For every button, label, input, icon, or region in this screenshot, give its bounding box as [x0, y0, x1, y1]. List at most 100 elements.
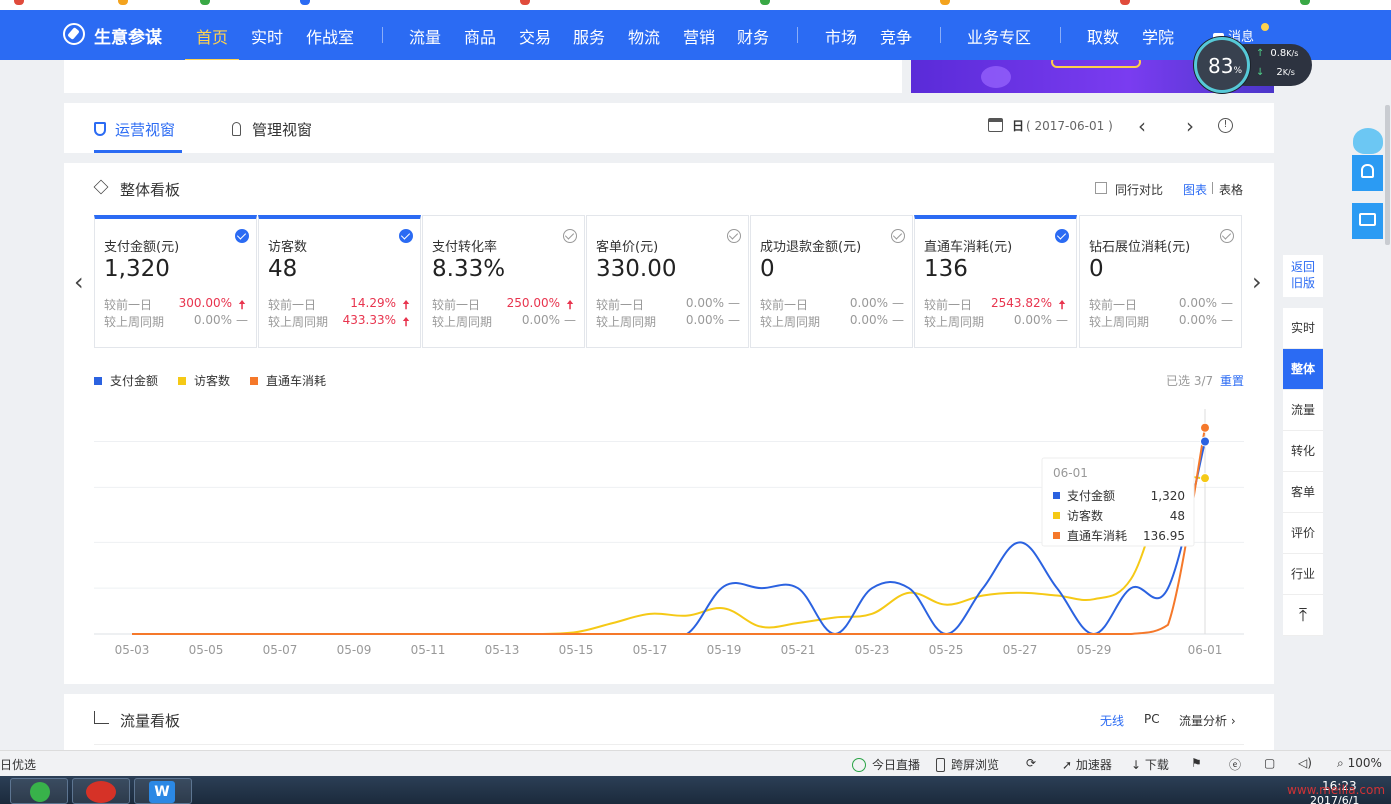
side-nav-conversion[interactable]: 转化 — [1283, 431, 1323, 472]
metric-select-check-icon[interactable] — [235, 229, 249, 243]
nav-business-zone[interactable]: 业务专区 — [967, 24, 1031, 48]
speaker-icon[interactable]: ◁) — [1298, 756, 1312, 770]
info-icon[interactable]: ! — [1218, 118, 1233, 133]
metric-card[interactable]: 钻石展位消耗(元) 0 较前一日 0.00% — 较上周同期 0.00% — — [1079, 215, 1242, 348]
flat-dash-icon: — — [728, 296, 740, 310]
red-app-icon — [86, 781, 116, 803]
taskbar-app-wps[interactable]: W — [134, 778, 192, 804]
current-date[interactable]: ( 2017-06-01 ) — [1026, 119, 1113, 133]
prev-week-label: 较上周同期 — [760, 315, 821, 329]
traffic-dashboard-panel: 流量看板 无线 PC 流量分析 › — [64, 694, 1274, 750]
prev-day-value: 300.00% — [178, 296, 232, 310]
x-tick-label: 05-29 — [1077, 643, 1112, 657]
live-button[interactable]: 今日直播 — [852, 756, 920, 773]
nav-service[interactable]: 服务 — [573, 24, 605, 48]
nav-competition[interactable]: 竞争 — [880, 24, 912, 48]
nav-traffic[interactable]: 流量 — [409, 24, 441, 48]
legend-visitors[interactable]: 访客数 — [178, 372, 230, 389]
nav-war-room[interactable]: 作战室 — [306, 24, 354, 48]
metric-card[interactable]: 访客数 48 较前一日 14.29% 🠅 较上周同期 433.33% 🠅 — [258, 215, 421, 348]
nav-home[interactable]: 首页 — [184, 24, 240, 61]
nav-finance[interactable]: 财务 — [737, 24, 769, 48]
nav-logistics[interactable]: 物流 — [628, 24, 660, 48]
upload-arrow-icon: ↑ — [1256, 48, 1265, 59]
side-nav-realtime[interactable]: 实时 — [1283, 308, 1323, 349]
pc-toggle[interactable]: PC — [1144, 712, 1160, 726]
ie-icon[interactable]: ⓔ — [1229, 756, 1241, 773]
side-nav-reviews[interactable]: 评价 — [1283, 513, 1323, 554]
prev-date-chevron-icon[interactable]: ‹ — [1138, 114, 1146, 138]
nav-academy[interactable]: 学院 — [1142, 24, 1174, 48]
industry-compare-checkbox[interactable] — [1095, 182, 1107, 194]
back-to-top-icon[interactable]: ⤒ — [1283, 595, 1323, 636]
upload-speed: 0.8 — [1270, 48, 1287, 59]
zoom-control[interactable]: ⌕ 100% — [1337, 756, 1382, 771]
calendar-icon[interactable] — [988, 118, 1003, 132]
metric-card[interactable]: 成功退款金额(元) 0 较前一日 0.00% — 较上周同期 0.00% — — [750, 215, 913, 348]
next-date-chevron-icon[interactable]: › — [1186, 114, 1194, 138]
legend-payment[interactable]: 支付金额 — [94, 372, 158, 389]
flat-dash-icon: — — [1056, 313, 1068, 327]
browser-bookmarks-strip — [0, 0, 1391, 10]
prev-day-value: 2543.82% — [990, 296, 1052, 310]
trend-line-chart[interactable]: 05-03 05-05 05-07 05-09 05-11 05-13 05-15 05-17… — [64, 394, 1274, 684]
side-nav-order-value[interactable]: 客单 — [1283, 472, 1323, 513]
metric-select-check-icon[interactable] — [727, 229, 741, 243]
tab-management-view[interactable]: 管理视窗 — [232, 119, 312, 140]
refresh-icon[interactable]: ⟳ — [1026, 756, 1036, 770]
back-to-old-version-button[interactable]: 返回 旧版 — [1283, 255, 1323, 297]
metric-card-title: 钻石展位消耗(元) — [1089, 240, 1191, 255]
side-nav-traffic[interactable]: 流量 — [1283, 390, 1323, 431]
selected-count: 已选 3/7 — [1166, 374, 1214, 388]
prev-week-value: 0.00% — [1178, 313, 1217, 327]
metric-select-check-icon[interactable] — [1220, 229, 1234, 243]
flag-icon[interactable]: ⚑ — [1191, 756, 1202, 770]
metric-select-check-icon[interactable] — [563, 229, 577, 243]
accelerator-button[interactable]: ➚ 加速器 — [1062, 756, 1112, 773]
network-speed-widget[interactable]: 83% ↑ 0.8K/s ↓ 2K/s — [1194, 37, 1312, 93]
tab-operations-view[interactable]: 运营视窗 — [94, 119, 175, 140]
download-unit: K/s — [1282, 68, 1295, 77]
nav-market[interactable]: 市场 — [825, 24, 857, 48]
metric-card[interactable]: 直通车消耗(元) 136 较前一日 2543.82% 🠅 较上周同期 0.00%… — [914, 215, 1077, 348]
traffic-analysis-link[interactable]: 流量分析 › — [1179, 712, 1236, 729]
table-view-toggle[interactable]: 表格 — [1219, 181, 1243, 198]
reset-link[interactable]: 重置 — [1220, 372, 1244, 389]
chat-icon[interactable] — [1352, 203, 1383, 239]
download-button[interactable]: ↓ 下载 — [1131, 756, 1169, 773]
cards-prev-arrow-icon[interactable]: ‹ — [74, 268, 84, 296]
tab-operations-label: 运营视窗 — [115, 121, 176, 139]
metric-select-check-icon[interactable] — [1055, 229, 1069, 243]
notification-bell-icon[interactable] — [1352, 155, 1383, 191]
page-scrollbar[interactable] — [1385, 105, 1390, 245]
date-period-selector[interactable]: 日 — [1012, 119, 1024, 133]
metric-select-check-icon[interactable] — [891, 229, 905, 243]
legend-ztc-spend[interactable]: 直通车消耗 — [250, 372, 326, 389]
chart-view-toggle[interactable]: 图表 — [1183, 181, 1207, 198]
traffic-analysis-label: 流量分析 — [1179, 714, 1228, 728]
nav-marketing[interactable]: 营销 — [683, 24, 715, 48]
side-nav-industry[interactable]: 行业 — [1283, 554, 1323, 595]
metric-card[interactable]: 支付转化率 8.33% 较前一日 250.00% 🠅 较上周同期 0.00% — — [422, 215, 585, 348]
nav-data-fetch[interactable]: 取数 — [1087, 24, 1119, 48]
taskbar-app-qq[interactable] — [72, 778, 130, 804]
side-nav-overall[interactable]: 整体 — [1283, 349, 1323, 390]
brand-title[interactable]: 生意参谋 — [94, 23, 162, 48]
metric-card[interactable]: 客单价(元) 330.00 较前一日 0.00% — 较上周同期 0.00% — — [586, 215, 749, 348]
cards-next-arrow-icon[interactable]: › — [1252, 268, 1262, 296]
metric-card[interactable]: 支付金额(元) 1,320 较前一日 300.00% 🠅 较上周同期 0.00%… — [94, 215, 257, 348]
flat-dash-icon: — — [236, 313, 248, 327]
taskbar-app-browser[interactable] — [10, 778, 68, 804]
nav-realtime[interactable]: 实时 — [251, 24, 283, 48]
nav-transactions[interactable]: 交易 — [519, 24, 551, 48]
cross-screen-button[interactable]: 跨屏浏览 — [936, 756, 999, 773]
nav-products[interactable]: 商品 — [464, 24, 496, 48]
series-point-1 — [1200, 473, 1210, 484]
mascot-icon[interactable] — [1353, 128, 1383, 154]
wireless-toggle[interactable]: 无线 — [1100, 712, 1124, 729]
window-icon[interactable]: ▢ — [1264, 756, 1275, 770]
layers-icon — [93, 179, 109, 195]
metric-select-check-icon[interactable] — [399, 229, 413, 243]
metric-card-title: 成功退款金额(元) — [760, 240, 862, 255]
industry-compare-label[interactable]: 同行对比 — [1115, 181, 1163, 198]
